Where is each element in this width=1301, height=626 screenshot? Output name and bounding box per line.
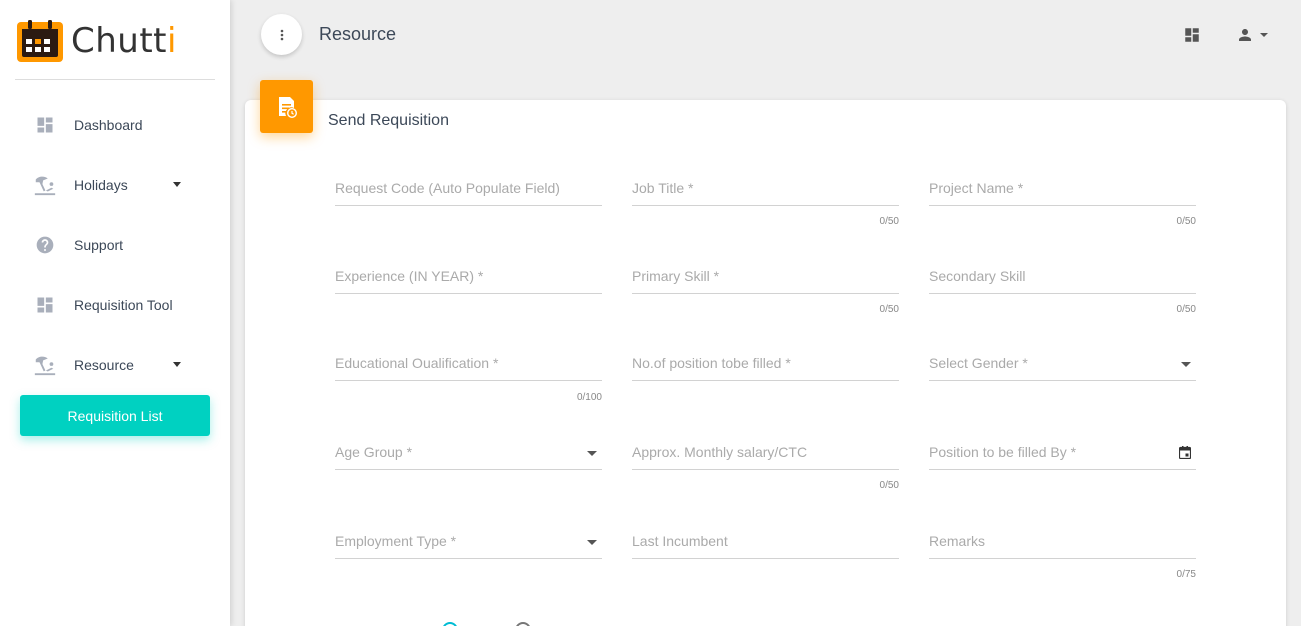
employment-type-placeholder: Employment Type * [335, 533, 457, 549]
sidebar-nav: Dashboard Holidays Support Requisition T… [0, 95, 230, 395]
app-name: Chutti [71, 21, 177, 61]
education-field[interactable]: Educational Oualification * [335, 355, 602, 381]
sidebar-item-label: Dashboard [74, 117, 143, 133]
positions-field[interactable]: No.of position tobe filled * [632, 355, 899, 381]
sidebar-toggle-button[interactable] [261, 14, 302, 55]
help-icon [33, 233, 57, 257]
document-clock-icon [278, 96, 297, 118]
request-code-placeholder: Request Code (Auto Populate Field) [335, 180, 560, 196]
sidebar: Chutti Dashboard Holidays Support Requis… [0, 0, 230, 626]
calendar-icon[interactable] [1179, 446, 1191, 459]
primary-skill-field[interactable]: Primary Skill * [632, 268, 899, 294]
age-group-select[interactable]: Age Group * [335, 444, 602, 470]
sidebar-item-label: Holidays [74, 177, 128, 193]
calendar-logo-icon [17, 20, 63, 62]
sidebar-item-dashboard[interactable]: Dashboard [0, 95, 230, 155]
beach-icon [33, 173, 57, 197]
caret-down-icon [173, 362, 181, 367]
dropdown-arrow-icon [587, 451, 597, 456]
salary-field[interactable]: Approx. Monthly salary/CTC [632, 444, 899, 470]
fill-by-date-field[interactable]: Position to be filled By * [929, 444, 1196, 470]
remarks-placeholder: Remarks [929, 533, 986, 549]
education-placeholder: Educational Oualification * [335, 355, 499, 371]
person-icon [1239, 29, 1251, 41]
age-group-placeholder: Age Group * [335, 444, 413, 460]
sidebar-item-resource[interactable]: Resource [0, 335, 230, 395]
app-logo[interactable]: Chutti [17, 20, 177, 62]
job-title-field[interactable]: Job Title * [632, 180, 899, 206]
job-title-counter: 0/50 [879, 216, 899, 227]
project-name-counter: 0/50 [1176, 216, 1196, 227]
education-counter: 0/100 [576, 392, 602, 403]
page-title: Resource [319, 24, 397, 44]
caret-down-icon [173, 182, 181, 187]
salary-placeholder: Approx. Monthly salary/CTC [632, 444, 808, 460]
sidebar-item-holidays[interactable]: Holidays [0, 155, 230, 215]
job-title-placeholder: Job Title * [632, 180, 694, 196]
gender-placeholder: Select Gender * [929, 355, 1028, 371]
sidebar-item-label: Support [74, 237, 124, 253]
caret-down-icon [1260, 33, 1268, 37]
card-header-icon [260, 80, 313, 133]
project-name-field[interactable]: Project Name * [929, 180, 1196, 206]
salary-counter: 0/50 [879, 480, 899, 491]
dropdown-arrow-icon [587, 540, 597, 545]
remarks-field[interactable]: Remarks [929, 533, 1196, 559]
project-name-placeholder: Project Name * [929, 180, 1024, 196]
logo-divider [15, 79, 215, 80]
positions-placeholder: No.of position tobe filled * [632, 355, 791, 371]
card-title: Send Requisition [328, 112, 449, 129]
sidebar-item-support[interactable]: Support [0, 215, 230, 275]
dashboard-icon [33, 293, 57, 317]
fill-by-placeholder: Position to be filled By * [929, 444, 1077, 460]
remarks-counter: 0/75 [1176, 569, 1196, 580]
primary-skill-placeholder: Primary Skill * [632, 268, 720, 284]
employment-type-select[interactable]: Employment Type * [335, 533, 602, 559]
secondary-skill-field[interactable]: Secondary Skill [929, 268, 1196, 294]
user-menu-button[interactable] [1236, 25, 1274, 45]
beach-icon [33, 353, 57, 377]
request-code-field[interactable]: Request Code (Auto Populate Field) [335, 180, 602, 206]
sidebar-item-label: Requisition Tool [74, 297, 173, 313]
last-incumbent-placeholder: Last Incumbent [632, 533, 728, 549]
dashboard-button[interactable] [1183, 26, 1201, 44]
sidebar-subitem-requisition-list[interactable]: Requisition List [20, 395, 210, 436]
primary-skill-counter: 0/50 [879, 304, 899, 315]
experience-placeholder: Experience (IN YEAR) * [335, 268, 484, 284]
secondary-skill-placeholder: Secondary Skill [929, 268, 1026, 284]
more-vert-icon [280, 29, 283, 40]
sidebar-item-requisition-tool[interactable]: Requisition Tool [0, 275, 230, 335]
gender-select[interactable]: Select Gender * [929, 355, 1196, 381]
dashboard-icon [1185, 28, 1199, 42]
last-incumbent-field[interactable]: Last Incumbent [632, 533, 899, 559]
dropdown-arrow-icon [1181, 362, 1191, 367]
experience-field[interactable]: Experience (IN YEAR) * [335, 268, 602, 294]
sidebar-item-label: Resource [74, 357, 134, 373]
dashboard-icon [33, 113, 57, 137]
secondary-skill-counter: 0/50 [1176, 304, 1196, 315]
